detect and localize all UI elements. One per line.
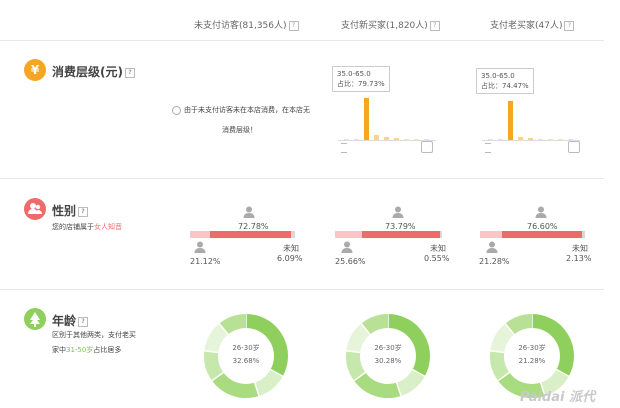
help-icon[interactable]: ?	[429, 20, 440, 31]
histogram-new-buyers	[338, 98, 436, 140]
donut-share-label: 21.28%	[518, 357, 546, 365]
section-title-gender: 性别?	[52, 202, 89, 219]
male-percent: 25.66%	[335, 257, 366, 266]
divider	[0, 178, 604, 179]
male-bar	[480, 231, 502, 238]
unknown-percent: 2.13%	[566, 254, 592, 263]
coins-stack-icon	[568, 141, 580, 153]
divider	[0, 40, 604, 41]
donut-segment	[212, 372, 259, 398]
female-bar	[210, 231, 291, 238]
help-icon[interactable]: ?	[124, 67, 135, 78]
female-percent: 73.79%	[385, 222, 416, 231]
donut-segment	[396, 369, 425, 396]
section-title-consumption: 消费层级(元)?	[52, 63, 135, 80]
female-bar	[362, 231, 440, 238]
column-header-unpaid-visitors: 未支付访客(81,356人)?	[194, 18, 299, 31]
unknown-label: 未知	[430, 244, 446, 253]
donut-segment	[254, 369, 283, 396]
gender-description: 您的店铺属于女人知音	[52, 223, 122, 231]
male-percent: 21.12%	[190, 257, 221, 266]
column-header-old-buyers: 支付老买家(47人)?	[490, 18, 575, 31]
help-icon[interactable]: ?	[564, 20, 575, 31]
male-bar	[335, 231, 362, 238]
donut-range-label: 26-30岁	[232, 344, 260, 352]
female-icon	[243, 206, 255, 218]
female-icon	[392, 206, 404, 218]
users-icon	[24, 198, 46, 220]
donut-segment	[354, 372, 401, 398]
histogram-old-buyers	[482, 98, 580, 140]
male-icon	[486, 241, 498, 253]
help-icon[interactable]: ?	[78, 316, 89, 327]
donut-segment	[505, 314, 533, 335]
yuan-icon: ¥	[24, 59, 46, 81]
info-icon	[172, 105, 181, 115]
tooltip-new-buyers: 35.0-65.0 占比：79.73%	[332, 66, 390, 92]
unknown-bar	[291, 231, 295, 238]
notice-text: 由于未支付访客未在本店消费，在本店无	[172, 103, 310, 117]
male-icon	[194, 241, 206, 253]
histogram-bar	[364, 98, 369, 140]
help-icon[interactable]: ?	[78, 206, 89, 217]
column-header-new-buyers: 支付新买家(1,820人)?	[341, 18, 440, 31]
tooltip-old-buyers: 35.0-65.0 占比：74.47%	[476, 68, 534, 94]
female-icon	[535, 206, 547, 218]
donut-share-label: 32.68%	[232, 357, 260, 365]
female-percent: 72.78%	[238, 222, 269, 231]
notice-text-2: 消费层级！	[222, 126, 257, 134]
unknown-percent: 0.55%	[424, 254, 450, 263]
unknown-bar	[440, 231, 442, 238]
donut-segment	[361, 314, 389, 335]
coin-icon	[341, 143, 347, 153]
age-donut-chart-new	[346, 314, 430, 398]
histogram-bar	[508, 101, 513, 140]
male-icon	[341, 241, 353, 253]
age-description-1: 区别于其他两类，支付老买	[52, 331, 136, 339]
tree-icon	[24, 308, 46, 330]
coin-icon	[485, 143, 491, 153]
donut-range-label: 26-30岁	[374, 344, 402, 352]
donut-segment	[219, 314, 247, 335]
divider	[0, 289, 604, 290]
unknown-percent: 6.09%	[277, 254, 303, 263]
coins-stack-icon	[421, 141, 433, 153]
unknown-label: 未知	[572, 244, 588, 253]
axis-line	[482, 140, 580, 141]
male-percent: 21.28%	[479, 257, 510, 266]
female-percent: 76.60%	[527, 222, 558, 231]
age-donut-chart-unpaid	[204, 314, 288, 398]
donut-share-label: 30.28%	[374, 357, 402, 365]
help-icon[interactable]: ?	[288, 20, 299, 31]
donut-range-label: 26-30岁	[518, 344, 546, 352]
watermark: Paidai 派代	[520, 390, 595, 405]
age-description-2: 家中31-50岁占比居多	[52, 346, 122, 354]
unknown-label: 未知	[283, 244, 299, 253]
female-bar	[502, 231, 582, 238]
unknown-bar	[582, 231, 585, 238]
section-title-age: 年龄?	[52, 312, 89, 329]
male-bar	[190, 231, 210, 238]
